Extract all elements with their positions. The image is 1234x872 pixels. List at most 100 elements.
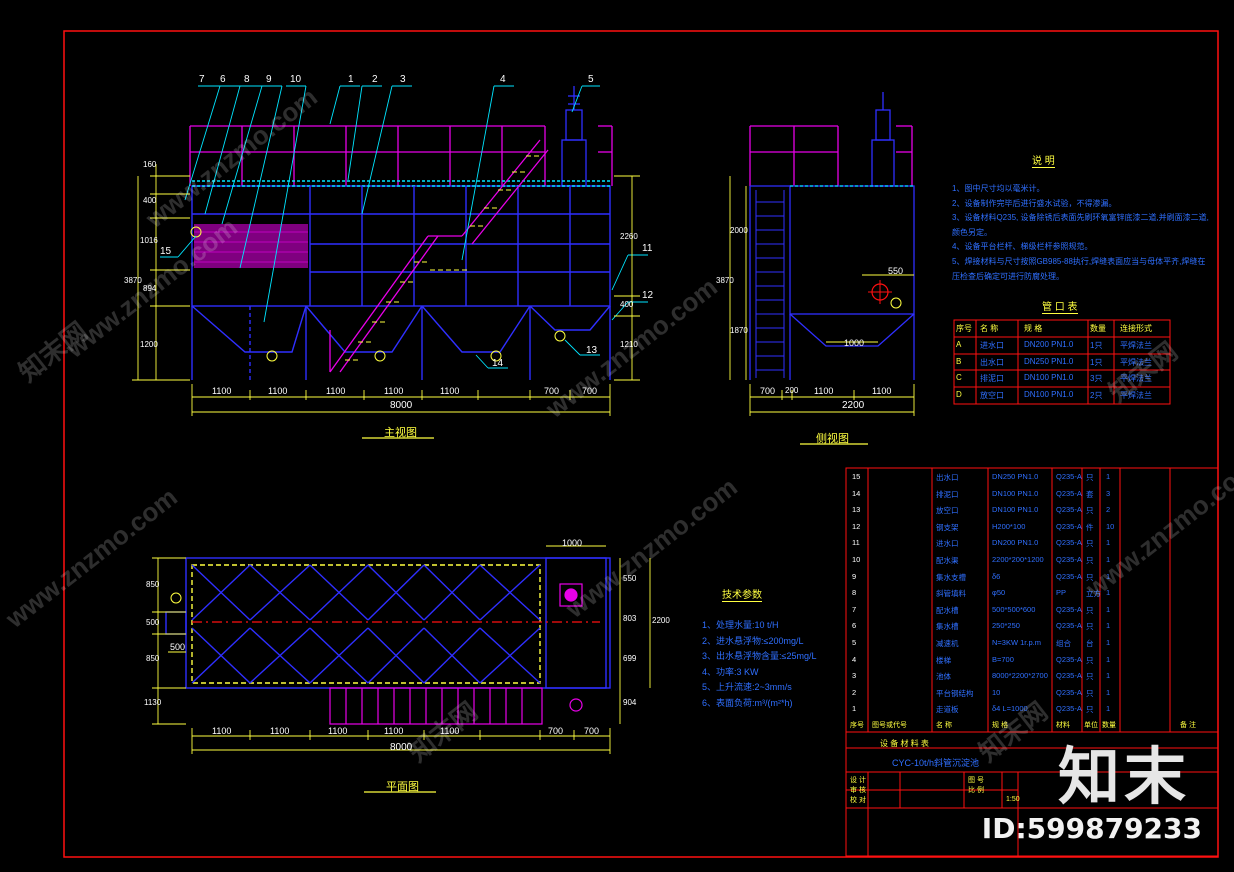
bom-cell: 2200*200*1200 xyxy=(992,555,1044,564)
reducer-motor xyxy=(561,86,587,187)
dim-total: 2200 xyxy=(652,616,670,625)
bom-cell: 集水支槽 xyxy=(936,572,966,582)
sign-label: 审 核 xyxy=(850,787,866,794)
tech-item: 3、出水悬浮物含量:≤25mg/L xyxy=(702,651,817,661)
bom-cell: 1 xyxy=(1106,654,1111,664)
nozzle-cell: B xyxy=(956,357,962,366)
nozzle-header-cell: 序号 xyxy=(956,324,972,333)
dim-text: 1000 xyxy=(562,538,583,548)
bom-cell: 1 xyxy=(1106,472,1111,481)
plan-view xyxy=(152,545,651,793)
note-item: 5、焊接材料与尺寸按照GB985-88执行,焊缝表面应当与母体平齐,焊缝在压检查… xyxy=(952,256,1206,281)
bom-cell: 1 xyxy=(1106,671,1111,681)
nozzle-cell: 1只 xyxy=(1090,341,1103,350)
scale-value: 1:50 xyxy=(1006,796,1020,803)
dim-text: 700 xyxy=(584,726,600,736)
dim-text: 1100 xyxy=(384,726,404,736)
bom-cell: 6 xyxy=(852,621,857,631)
bom-cell: 排泥口 xyxy=(936,489,959,499)
bom-cell: 12 xyxy=(852,521,861,531)
dim-text: 700 xyxy=(548,726,564,736)
bom-cell: 11 xyxy=(852,538,860,548)
bom-cell: 楼梯 xyxy=(936,655,951,665)
bom-cell: 10 xyxy=(1106,521,1115,531)
bom-cell: 1 xyxy=(852,704,857,714)
balloon-11: 11 xyxy=(642,243,653,254)
bom-cell: B=700 xyxy=(992,654,1014,664)
dim-text: 803 xyxy=(623,614,637,623)
bom-cell: Q235-A xyxy=(1056,521,1082,531)
nozzle-cell: DN200 PN1.0 xyxy=(1024,340,1074,349)
notes-title: 说 明 xyxy=(1032,152,1055,168)
nozzle-cell: DN100 PN1.0 xyxy=(1024,373,1074,382)
nozzle-cell: DN100 PN1.0 xyxy=(1024,390,1074,399)
bom-cell: 2 xyxy=(1106,505,1111,515)
brand-logo: 知末 xyxy=(1057,740,1190,813)
bom-cell: 10 xyxy=(852,555,861,564)
balloon-14: 14 xyxy=(492,358,504,369)
dim-text: 1100 xyxy=(872,386,892,396)
dim-text: 2260 xyxy=(620,232,638,241)
bom-cell: Q235-A xyxy=(1056,555,1082,564)
note-item: 4、设备平台栏杆、梯级栏杆参照规范。 xyxy=(952,242,1093,252)
dim-total: 3870 xyxy=(716,276,734,285)
dim-text: 1870 xyxy=(730,326,748,335)
dim-total: 2200 xyxy=(842,400,865,411)
dim-text: 1100 xyxy=(328,726,348,736)
dim-text: 1100 xyxy=(212,386,232,396)
bom-cell: 放空口 xyxy=(936,506,959,516)
nozzle-cell: 进水口 xyxy=(980,341,1004,350)
bom-cell: 减速机 xyxy=(936,639,959,648)
plan-view-title: 平面图 xyxy=(386,781,419,793)
bom-cell: 4 xyxy=(852,654,857,664)
dim-text: 850 xyxy=(146,580,160,589)
bom-cell: Q235-A xyxy=(1056,604,1082,614)
dim-total: 8000 xyxy=(390,400,413,411)
bom-cell: DN200 PN1.0 xyxy=(992,538,1039,548)
bom-cell: 斜管填料 xyxy=(936,589,966,599)
bom-cell: 配水渠 xyxy=(936,556,959,565)
tech-item: 1、处理水量:10 t/H xyxy=(702,620,779,630)
bom-cell: 5 xyxy=(852,638,857,647)
bom-header-cell: 图号或代号 xyxy=(872,722,907,729)
bom-cell: 8000*2200*2700 xyxy=(992,671,1048,681)
bom-cell: 走道板 xyxy=(936,705,959,715)
nozzle-cell: A xyxy=(956,340,962,349)
bom-cell: 8 xyxy=(852,588,857,598)
bom-cell: 1 xyxy=(1106,638,1111,647)
bom-cell: 1 xyxy=(1106,538,1111,548)
bom-cell: 只 xyxy=(1086,539,1094,549)
bom-cell: 只 xyxy=(1086,688,1094,698)
balloon-9: 9 xyxy=(266,74,272,85)
bom-cell: 平台钢结构 xyxy=(936,688,974,698)
balloon-8: 8 xyxy=(244,74,250,85)
bom-cell: 1 xyxy=(1106,687,1111,697)
bom-cell: 1 xyxy=(1106,704,1111,714)
bom-cell: 只 xyxy=(1086,556,1094,565)
dim-text: 904 xyxy=(623,698,637,707)
product-name: CYC-10t/h斜管沉淀池 xyxy=(892,758,980,768)
tech-item: 6、表面负荷:m³/(m²*h) xyxy=(702,697,793,708)
bom-cell: Q235-A xyxy=(1056,671,1082,681)
ladder xyxy=(755,190,785,378)
dim-text: 1100 xyxy=(326,386,346,396)
dim-text: 1100 xyxy=(270,726,290,736)
notes-list: 1、图中尺寸均以毫米计。 2、设备制作完毕后进行盛水试验，不得渗漏。 3、设备材… xyxy=(952,182,1210,284)
bom-cell: 250*250 xyxy=(992,621,1020,631)
nozzle-cell: 2只 xyxy=(1090,391,1103,400)
nozzle-header-cell: 名 称 xyxy=(980,324,999,333)
dim-text: 1200 xyxy=(140,340,158,349)
bom-cell: Q235-A xyxy=(1056,654,1082,664)
bom-cell: 台 xyxy=(1086,639,1094,648)
bom-cell: 钢支架 xyxy=(936,522,959,532)
bom-cell: 件 xyxy=(1086,522,1094,532)
bom-cell: 套 xyxy=(1086,489,1094,499)
bom-cell: 1 xyxy=(1106,621,1111,631)
bom-cell: 10 xyxy=(992,687,1001,697)
bom-cell: Q235-A xyxy=(1056,488,1082,498)
bom-cell: 只 xyxy=(1086,672,1094,682)
note-item: 1、图中尺寸均以毫米计。 xyxy=(952,184,1045,193)
bom-cell: 出水口 xyxy=(936,473,959,482)
bom-cell: 配水槽 xyxy=(936,605,959,615)
bom-cell: 2 xyxy=(852,687,857,697)
